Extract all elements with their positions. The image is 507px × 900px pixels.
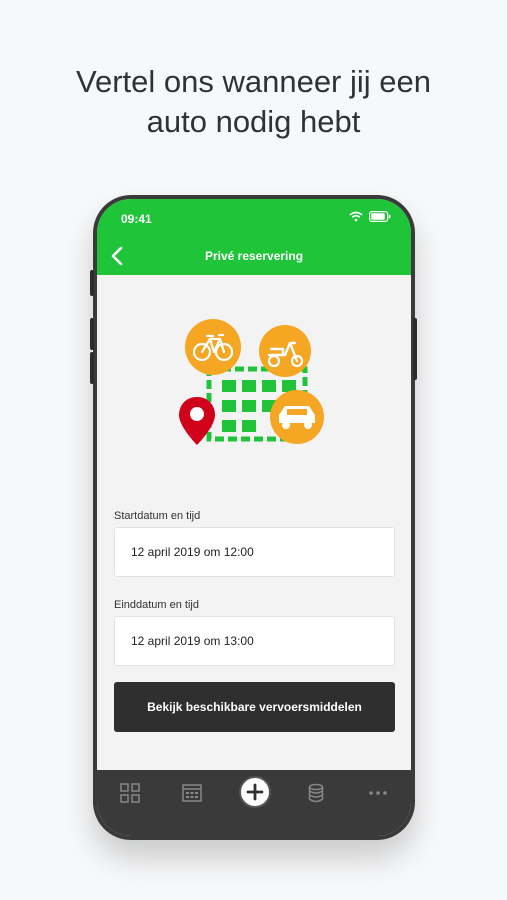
grid-icon xyxy=(120,783,140,803)
tab-more[interactable] xyxy=(367,782,389,804)
phone-side-button xyxy=(90,270,94,296)
headline-line-1: Vertel ons wanneer jij een xyxy=(75,64,431,99)
app-header: 09:41 Privé reservering xyxy=(97,199,411,275)
wifi-icon xyxy=(349,211,363,222)
scooter-icon xyxy=(259,325,311,377)
calendar-icon xyxy=(182,784,202,802)
bottom-tab-bar xyxy=(97,770,411,836)
add-icon xyxy=(246,783,264,801)
page-headline: Vertel ons wanneer jij een auto nodig he… xyxy=(0,62,507,142)
add-reservation-button[interactable] xyxy=(239,776,271,808)
view-available-vehicles-button[interactable]: Bekijk beschikbare vervoersmiddelen xyxy=(114,682,395,732)
bike-icon xyxy=(185,319,241,375)
end-date-field[interactable]: 12 april 2019 om 13:00 xyxy=(114,616,395,666)
page-title: Privé reservering xyxy=(204,249,304,263)
tab-overview[interactable] xyxy=(119,782,141,804)
more-icon xyxy=(369,791,387,795)
database-icon xyxy=(308,783,324,803)
phone-screen: 09:41 Privé reservering Startdatum en ti… xyxy=(97,199,411,836)
phone-power-button xyxy=(413,318,417,380)
mobility-illustration xyxy=(179,319,324,445)
tab-history[interactable] xyxy=(305,782,327,804)
tab-calendar[interactable] xyxy=(181,782,203,804)
headline-line-2: auto nodig hebt xyxy=(146,104,361,139)
battery-icon xyxy=(369,211,391,222)
status-icons xyxy=(349,211,391,222)
phone-volume-down-button xyxy=(90,352,94,384)
end-date-label: Einddatum en tijd xyxy=(114,599,199,611)
status-time: 09:41 xyxy=(121,212,152,226)
start-date-label: Startdatum en tijd xyxy=(114,510,201,522)
start-date-field[interactable]: 12 april 2019 om 12:00 xyxy=(114,527,395,577)
car-icon xyxy=(270,390,324,444)
phone-volume-up-button xyxy=(90,318,94,350)
